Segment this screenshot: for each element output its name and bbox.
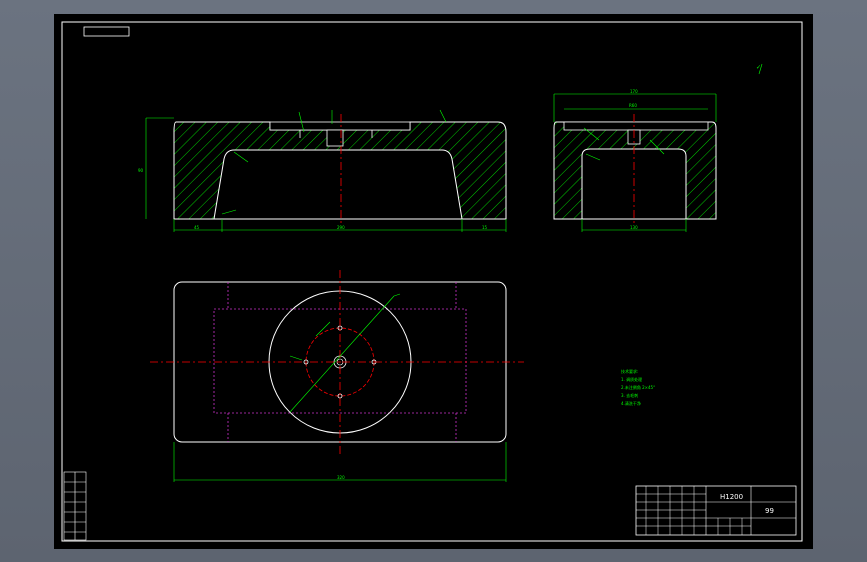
title-block: H1200 99 [635,485,797,536]
sheet-tag-box [83,26,130,37]
note-line-1: 技术要求: [621,368,638,374]
drawing-sheet: 45 290 15 90 170 R60 130 320 ✓ 技术要求: 1. … [54,14,813,549]
front-left-dim: 45 [194,225,200,230]
plan-width-dim: 320 [337,475,345,480]
front-right-dim: 15 [482,225,488,230]
note-line-3: 2.未注倒角 2×45° [621,384,655,390]
side-inner-dim: R60 [629,103,637,108]
side-bottom-dim: 130 [630,225,638,230]
technical-notes: 技术要求: 1. 调质处理 2.未注倒角 2×45° 3. 去毛刺 4.清洗干净 [621,368,655,406]
part-name: H1200 [720,493,743,501]
side-section-view: 170 R60 130 [553,89,717,232]
side-top-dim: 170 [630,89,638,94]
roughness-symbol: ✓ [756,63,763,75]
note-line-2: 1. 调质处理 [621,376,642,382]
sheet-number: 99 [765,507,774,515]
plan-view: 320 [150,270,524,482]
note-line-5: 4.清洗干净 [621,400,641,406]
cad-drawing: 45 290 15 90 170 R60 130 320 ✓ 技术要求: 1. … [61,21,803,542]
note-line-4: 3. 去毛刺 [621,392,638,398]
front-height-dim: 90 [138,168,144,173]
front-width-dim: 290 [337,225,345,230]
revision-table [63,471,87,541]
front-section-view: 45 290 15 90 [138,109,507,232]
